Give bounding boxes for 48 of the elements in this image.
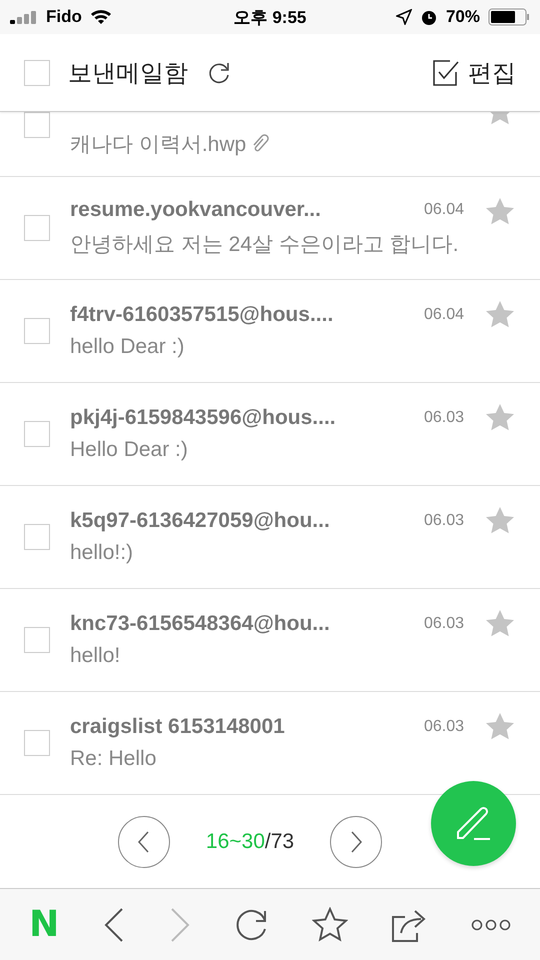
mail-row[interactable]: f4trv-6160357515@hous.... 06.04 hello Dear :) — [0, 280, 540, 383]
mail-checkbox[interactable] — [24, 215, 50, 241]
mail-date: 06.03 — [424, 409, 464, 427]
mail-checkbox[interactable] — [24, 627, 50, 653]
select-all-checkbox[interactable] — [24, 60, 50, 86]
wifi-icon — [90, 9, 112, 25]
mail-row[interactable]: k5q97-6136427059@hou... 06.03 hello!:) — [0, 486, 540, 589]
carrier-name: Fido — [46, 7, 82, 27]
edit-button[interactable]: 편집 — [432, 56, 516, 88]
mail-checkbox[interactable] — [24, 112, 50, 138]
mail-checkbox[interactable] — [24, 421, 50, 447]
mail-checkbox[interactable] — [24, 524, 50, 550]
location-icon — [396, 9, 412, 25]
mail-sender: knc73-6156548364@hou... — [70, 612, 330, 636]
alarm-icon — [420, 8, 438, 26]
bookmark-button[interactable] — [312, 906, 348, 942]
mail-sender: f4trv-6160357515@hous.... — [70, 303, 334, 327]
mail-row[interactable]: resume.yookvancouver... 06.04 안녕하세요 저는 24살 수은이라고 합니다. — [0, 177, 540, 280]
mail-date: 06.04 — [424, 306, 464, 324]
mail-subject: hello! — [70, 644, 120, 668]
mailbox-title: 보낸메일함 — [68, 58, 188, 88]
more-button[interactable] — [470, 918, 511, 930]
mail-row[interactable]: knc73-6156548364@hou... 06.03 hello! — [0, 589, 540, 692]
mail-row[interactable]: pkj4j-6159843596@hous.... 06.03 Hello Dear :) — [0, 383, 540, 486]
mail-subject: hello Dear :) — [70, 335, 184, 359]
checkbox-icon — [432, 58, 460, 86]
mail-subject: Hello Dear :) — [70, 438, 188, 462]
mail-row[interactable]: 캐나다 이력서.hwp — [0, 112, 540, 177]
mail-sender: pkj4j-6159843596@hous.... — [70, 406, 336, 430]
mail-sender: resume.yookvancouver... — [70, 198, 321, 222]
mail-subject: Re: Hello — [70, 747, 156, 771]
page-total: /73 — [264, 830, 294, 854]
mail-date: 06.03 — [424, 615, 464, 633]
mail-checkbox[interactable] — [24, 318, 50, 344]
mail-checkbox[interactable] — [24, 730, 50, 756]
mail-subject: 안녕하세요 저는 24살 수은이라고 합니다. — [70, 232, 459, 258]
signal-icon — [10, 10, 38, 24]
mail-sender: craigslist 6153148001 — [70, 715, 285, 739]
battery-icon — [488, 8, 530, 26]
mail-subject: hello!:) — [70, 541, 134, 565]
mail-date: 06.04 — [424, 201, 464, 219]
battery-percent: 70% — [446, 7, 480, 27]
mail-subject: 캐나다 이력서.hwp — [70, 132, 246, 158]
mail-date: 06.03 — [424, 512, 464, 530]
clock-time: 오후 9:55 — [234, 6, 306, 28]
page-range: 16~30 — [206, 830, 265, 854]
mail-date: 06.03 — [424, 718, 464, 736]
mail-sender: k5q97-6136427059@hou... — [70, 509, 330, 533]
